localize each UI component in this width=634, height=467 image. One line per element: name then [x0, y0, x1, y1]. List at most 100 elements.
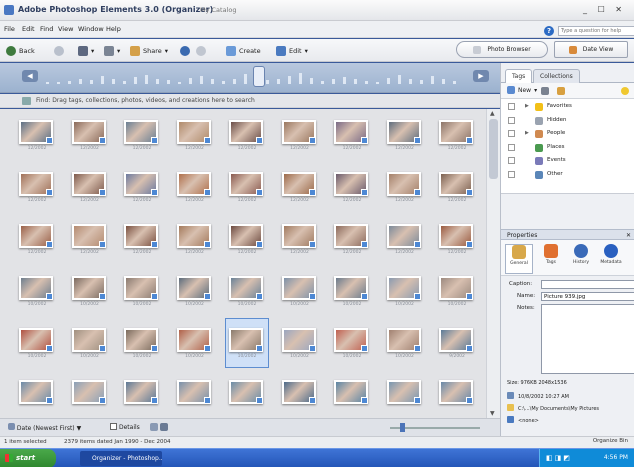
- prop-tab-history[interactable]: History: [567, 244, 595, 274]
- photo-thumbnail[interactable]: 10/2002: [384, 267, 426, 315]
- timeline-bar[interactable]: [288, 76, 291, 84]
- photo-thumbnail[interactable]: [436, 371, 478, 418]
- view-button[interactable]: ▾: [78, 45, 94, 57]
- sort-order-select[interactable]: Date (Newest First) ▼: [8, 423, 81, 432]
- details-toggle[interactable]: Details: [110, 423, 140, 431]
- menu-help[interactable]: Help: [106, 25, 121, 33]
- notes-field[interactable]: [541, 304, 634, 374]
- caption-field[interactable]: [541, 280, 634, 289]
- photo-thumbnail[interactable]: [174, 371, 216, 418]
- photo-thumbnail[interactable]: 12/2002: [384, 215, 426, 263]
- timeline-bar[interactable]: [321, 81, 324, 84]
- taskbar-organizer-item[interactable]: Organizer - Photoshop...: [80, 451, 162, 466]
- photo-thumbnail[interactable]: 12/2002: [331, 111, 373, 159]
- photo-thumbnail[interactable]: 10/2002: [121, 319, 163, 367]
- edit-button[interactable]: Edit ▾: [276, 45, 308, 57]
- photo-thumbnail[interactable]: [69, 371, 111, 418]
- timeline-bar[interactable]: [200, 76, 203, 84]
- photo-thumbnail[interactable]: 12/2002: [121, 163, 163, 211]
- tag-checkbox[interactable]: [508, 103, 515, 110]
- details-checkbox[interactable]: [110, 423, 117, 430]
- timeline-bar[interactable]: [398, 75, 401, 84]
- photo-thumbnail[interactable]: 12/2002: [226, 163, 268, 211]
- photo-thumbnail[interactable]: 12/2002: [16, 111, 58, 159]
- photo-thumbnail[interactable]: 12/2002: [69, 163, 111, 211]
- photo-thumbnail[interactable]: 12/2002: [226, 111, 268, 159]
- name-field[interactable]: Picture 939.jpg: [541, 292, 634, 301]
- photo-thumbnail[interactable]: 12/2002: [69, 111, 111, 159]
- photo-thumbnail[interactable]: 12/2002: [174, 163, 216, 211]
- find-bar[interactable]: Find: Drag tags, collections, photos, vi…: [0, 94, 500, 108]
- menu-file[interactable]: File: [4, 25, 15, 33]
- new-tag-button[interactable]: New ▾: [507, 86, 537, 94]
- menu-find[interactable]: Find: [40, 25, 53, 33]
- tag-item[interactable]: ▶ Favorites: [501, 101, 634, 113]
- photo-thumbnail[interactable]: 12/2002: [279, 215, 321, 263]
- photo-thumbnail[interactable]: 12/2002: [174, 111, 216, 159]
- photo-thumbnail[interactable]: 9/2002: [436, 319, 478, 367]
- menu-window[interactable]: Window: [78, 25, 104, 33]
- menu-view[interactable]: View: [58, 25, 73, 33]
- photo-thumbnail[interactable]: [279, 371, 321, 418]
- timeline-bar[interactable]: [343, 77, 346, 84]
- timeline-bar[interactable]: [68, 81, 71, 84]
- photo-thumbnail[interactable]: 10/2002: [16, 267, 58, 315]
- timeline-bar[interactable]: [431, 76, 434, 84]
- tag-item[interactable]: ▶ People: [501, 128, 634, 140]
- photo-thumbnail[interactable]: [226, 371, 268, 418]
- timeline-bar[interactable]: [354, 79, 357, 84]
- help-icon[interactable]: ?: [544, 26, 554, 36]
- tag-item[interactable]: Places: [501, 142, 634, 154]
- tab-tags[interactable]: Tags: [505, 69, 533, 83]
- photo-thumbnail[interactable]: 10/2002: [225, 318, 269, 368]
- tag-checkbox[interactable]: [508, 130, 515, 137]
- photo-thumbnail[interactable]: 12/2002: [16, 163, 58, 211]
- timeline-left-arrow-icon[interactable]: ◀: [22, 70, 38, 82]
- timeline-bar[interactable]: [123, 81, 126, 84]
- photo-thumbnail[interactable]: 12/2002: [16, 215, 58, 263]
- tag-checkbox[interactable]: [508, 116, 515, 124]
- photo-thumbnail[interactable]: 12/2002: [384, 163, 426, 211]
- photo-thumbnail[interactable]: [331, 371, 373, 418]
- photo-thumbnail[interactable]: 12/2002: [174, 215, 216, 263]
- photo-thumbnail[interactable]: 10/2002: [384, 319, 426, 367]
- photo-thumbnail[interactable]: 10/2002: [174, 319, 216, 367]
- photo-thumbnail[interactable]: [384, 371, 426, 418]
- timeline-handle[interactable]: [253, 66, 265, 87]
- photo-thumbnail[interactable]: [121, 371, 163, 418]
- photo-thumbnail[interactable]: 12/2002: [436, 111, 478, 159]
- rotate-right-button[interactable]: [196, 45, 206, 57]
- timeline-bar[interactable]: [46, 82, 49, 84]
- photo-thumbnail[interactable]: 12/2002: [279, 163, 321, 211]
- timeline-bar[interactable]: [277, 79, 280, 84]
- expand-icon[interactable]: ▶: [525, 103, 529, 109]
- tag-item[interactable]: Other: [501, 169, 634, 181]
- timeline-bar[interactable]: [332, 79, 335, 84]
- timeline-bar[interactable]: [211, 79, 214, 84]
- menu-edit[interactable]: Edit: [22, 25, 35, 33]
- photo-thumbnail[interactable]: 12/2002: [436, 163, 478, 211]
- tag-item[interactable]: Events: [501, 155, 634, 167]
- date-view-button[interactable]: Date View: [554, 41, 628, 58]
- timeline-bar[interactable]: [112, 79, 115, 84]
- prop-tab-tags[interactable]: Tags: [537, 244, 565, 274]
- tip-bulb-icon[interactable]: [621, 87, 629, 95]
- expand-icon[interactable]: ▶: [525, 130, 529, 136]
- thumb-size-knob[interactable]: [400, 423, 405, 432]
- timeline-bar[interactable]: [244, 74, 247, 84]
- scroll-down-icon[interactable]: ▼: [490, 410, 495, 417]
- timeline-bar[interactable]: [156, 79, 159, 84]
- timeline-bar[interactable]: [453, 81, 456, 84]
- timeline-bar[interactable]: [365, 81, 368, 84]
- photo-thumbnail[interactable]: 10/2002: [69, 319, 111, 367]
- rotate-left-button[interactable]: [180, 45, 190, 57]
- timeline-bar[interactable]: [79, 79, 82, 84]
- photo-browser-button[interactable]: Photo Browser: [456, 41, 548, 58]
- timeline-bar[interactable]: [442, 79, 445, 84]
- photo-thumbnail[interactable]: 12/2002: [436, 215, 478, 263]
- tag-checkbox[interactable]: [508, 170, 515, 178]
- timeline-bar[interactable]: [409, 79, 412, 84]
- tag-checkbox[interactable]: [508, 143, 515, 151]
- photo-thumbnail[interactable]: 10/2002: [279, 267, 321, 315]
- timeline-bar[interactable]: [266, 80, 269, 84]
